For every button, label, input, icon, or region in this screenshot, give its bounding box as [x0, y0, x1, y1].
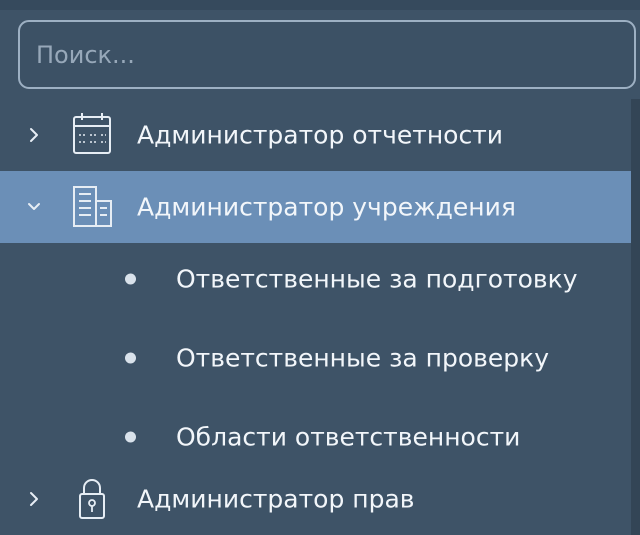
search-input[interactable] — [20, 22, 634, 87]
tree-item-label: Администратор отчетности — [137, 120, 504, 150]
bullet-icon — [125, 431, 136, 443]
tree-item-label: Администратор учреждения — [137, 192, 516, 222]
tree-subitem-label: Ответственные за проверку — [176, 343, 550, 373]
scrollbar-track[interactable] — [631, 99, 640, 535]
calendar-icon — [63, 110, 121, 160]
panel-top-edge — [0, 0, 640, 10]
bullet-icon — [125, 273, 136, 285]
lock-icon — [63, 474, 121, 524]
tree-item-reporting-admin[interactable]: Администратор отчетности — [0, 99, 631, 171]
tree-subitem-preparation[interactable]: Ответственные за подготовку — [0, 243, 631, 315]
chevron-right-icon[interactable] — [23, 488, 45, 510]
navigation-panel: Администратор отчетности Администратор у… — [0, 0, 640, 535]
chevron-right-icon[interactable] — [23, 124, 45, 146]
building-icon — [63, 182, 121, 232]
tree-item-rights-admin[interactable]: Администратор прав — [0, 463, 631, 535]
bullet-icon — [125, 352, 136, 364]
tree-subitem-label: Ответственные за подготовку — [176, 264, 578, 294]
search-box[interactable] — [18, 20, 636, 89]
tree-subitem-review[interactable]: Ответственные за проверку — [0, 322, 631, 394]
tree-item-label: Администратор прав — [137, 484, 415, 514]
tree-item-institution-admin[interactable]: Администратор учреждения — [0, 171, 631, 243]
tree-subitem-label: Области ответственности — [176, 422, 521, 452]
chevron-down-icon[interactable] — [23, 196, 45, 218]
